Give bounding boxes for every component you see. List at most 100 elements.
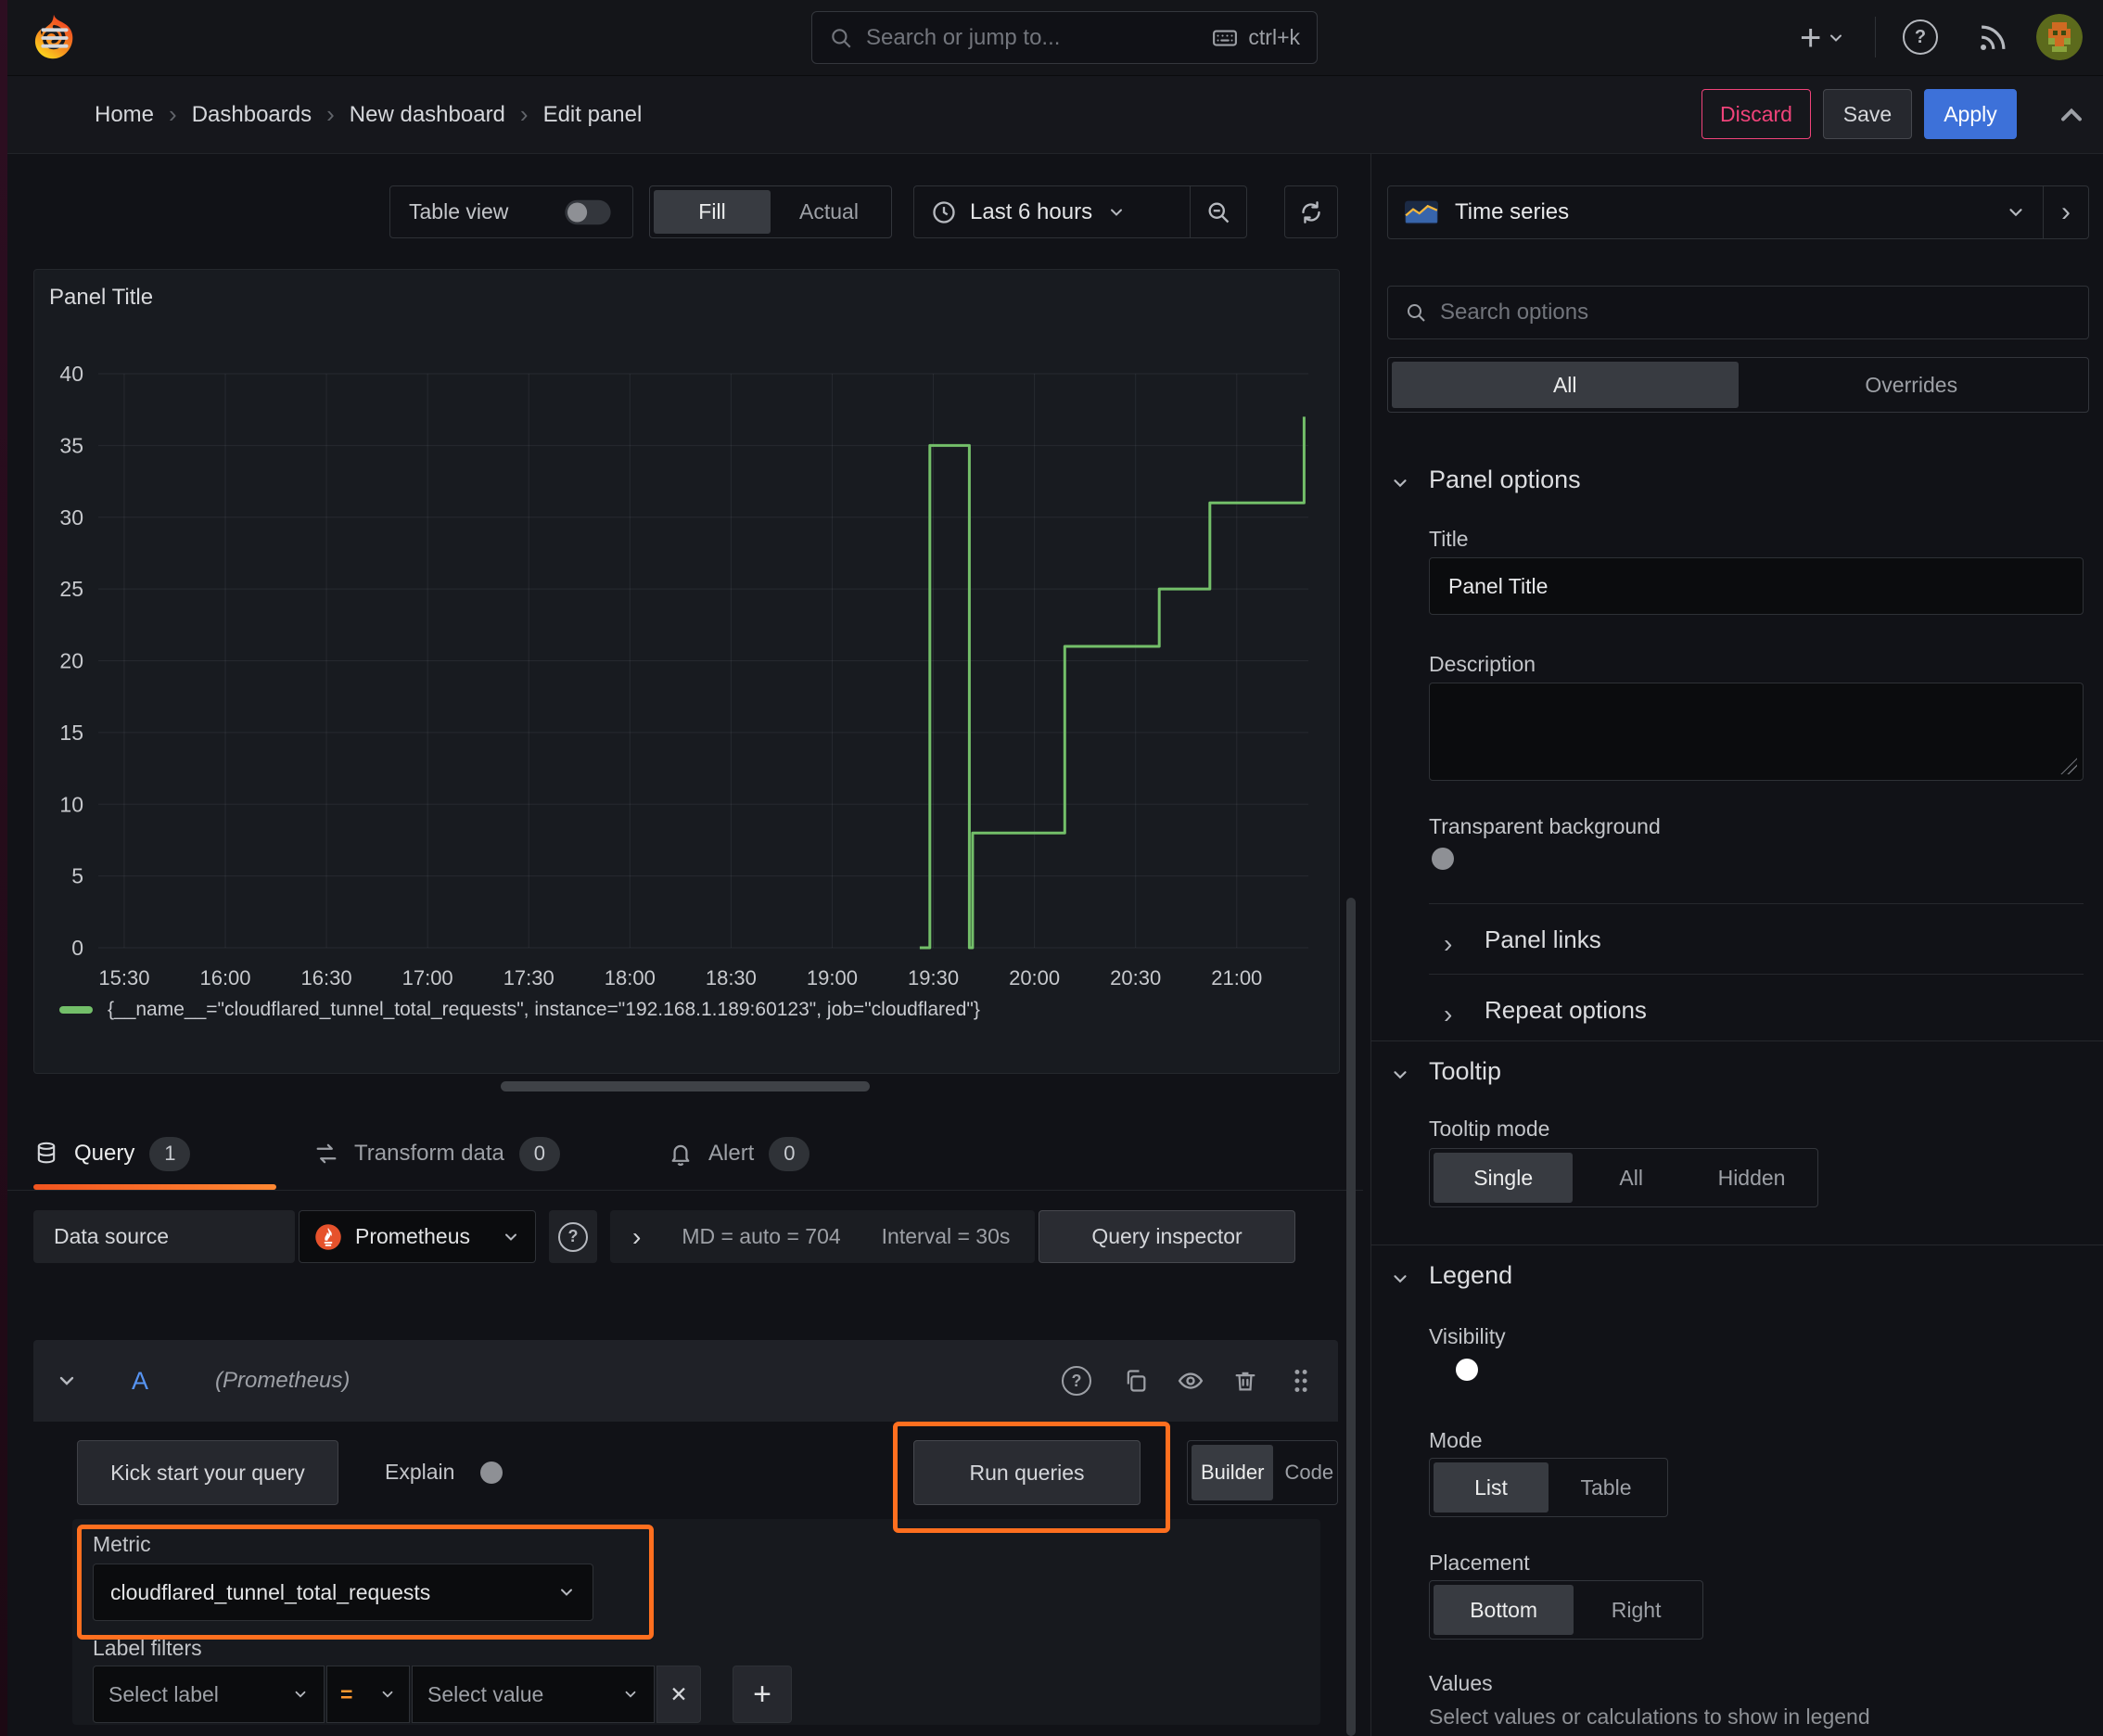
visualization-picker[interactable]: Time series › <box>1387 185 2089 239</box>
legend-mode-table[interactable]: Table <box>1549 1462 1663 1513</box>
breadcrumb-home[interactable]: Home <box>95 102 154 128</box>
news-rss-icon[interactable] <box>1975 20 2010 56</box>
y-tick-label: 5 <box>71 864 83 888</box>
tooltip-header[interactable]: Tooltip <box>1429 1057 1501 1086</box>
chevron-down-icon[interactable] <box>1390 473 1410 493</box>
open-viz-list-button[interactable]: › <box>2044 197 2088 228</box>
x-tick-label: 16:30 <box>301 966 352 989</box>
time-series-chart[interactable]: 15:30 16:00 16:30 17:00 17:30 18:00 18:30 19:00… <box>34 270 1337 1071</box>
breadcrumb-separator: › <box>169 100 177 128</box>
tab-alert-label: Alert <box>708 1141 755 1166</box>
avatar[interactable] <box>2036 14 2083 60</box>
chevron-down-icon[interactable] <box>56 1370 78 1392</box>
query-row-header[interactable]: A (Prometheus) ? <box>33 1340 1338 1422</box>
x-tick-label: 20:30 <box>1110 966 1161 989</box>
label-filters-label: Label filters <box>93 1636 202 1660</box>
datasource-help-button[interactable]: ? <box>549 1210 597 1263</box>
editor-tabs-bar: Query 1 Transform data 0 Alert 0 <box>7 1117 1363 1191</box>
legend-placement-switch: Bottom Right <box>1429 1580 1703 1640</box>
builder-option[interactable]: Builder <box>1192 1445 1274 1500</box>
help-icon[interactable]: ? <box>1903 19 1938 55</box>
zoom-out-icon[interactable] <box>1191 199 1246 225</box>
chevron-down-icon <box>292 1686 309 1703</box>
description-textarea[interactable] <box>1429 683 2084 781</box>
vertical-scrollbar[interactable] <box>1346 898 1356 1736</box>
explain-label: Explain <box>385 1460 455 1484</box>
chevron-down-icon[interactable] <box>1390 1269 1410 1289</box>
resize-handle-icon[interactable] <box>2060 758 2077 774</box>
kick-start-query-button[interactable]: Kick start your query <box>77 1440 338 1505</box>
tab-alert[interactable]: Alert 0 <box>668 1117 810 1190</box>
tab-query-count: 1 <box>149 1136 191 1171</box>
datasource-name: Prometheus <box>355 1224 471 1248</box>
panel-options-header[interactable]: Panel options <box>1429 466 1581 494</box>
y-tick-label: 20 <box>59 649 83 673</box>
select-label-dropdown[interactable]: Select label <box>93 1666 325 1723</box>
query-options-summary[interactable]: › MD = auto = 704 Interval = 30s <box>610 1210 1035 1263</box>
divider <box>1429 974 2084 975</box>
run-queries-button[interactable]: Run queries <box>913 1440 1141 1505</box>
code-option[interactable]: Code <box>1273 1445 1345 1500</box>
add-button[interactable]: + <box>1800 18 1845 58</box>
datasource-picker[interactable]: Prometheus <box>299 1210 536 1263</box>
legend-placement-right[interactable]: Right <box>1574 1585 1699 1635</box>
chevron-down-icon[interactable] <box>1390 1065 1410 1085</box>
fill-option[interactable]: Fill <box>654 190 771 234</box>
legend-header[interactable]: Legend <box>1429 1261 1512 1290</box>
table-view-toggle[interactable] <box>565 199 611 224</box>
remove-filter-button[interactable]: ✕ <box>656 1666 701 1723</box>
chevron-right-icon: › <box>1444 1000 1453 1028</box>
drag-grip-icon[interactable] <box>1290 1367 1312 1395</box>
y-tick-label: 40 <box>59 362 83 386</box>
y-tick-label: 15 <box>59 721 83 745</box>
tooltip-mode-hidden[interactable]: Hidden <box>1689 1153 1814 1203</box>
x-tick-label: 16:00 <box>199 966 250 989</box>
datasource-label-box: Data source <box>33 1210 295 1263</box>
duplicate-icon[interactable] <box>1123 1368 1149 1394</box>
section-divider <box>1371 1040 2103 1041</box>
query-inspector-button[interactable]: Query inspector <box>1039 1210 1295 1263</box>
search-options-input[interactable]: Search options <box>1387 286 2089 339</box>
plus-icon: + <box>1800 18 1822 58</box>
add-filter-button[interactable]: + <box>733 1666 792 1723</box>
legend-placement-label: Placement <box>1429 1551 1530 1575</box>
time-range-control: Last 6 hours <box>913 185 1247 238</box>
legend-mode-list[interactable]: List <box>1434 1462 1549 1513</box>
repeat-options-section[interactable]: Repeat options <box>1485 996 1647 1025</box>
discard-button[interactable]: Discard <box>1702 89 1811 139</box>
actual-option[interactable]: Actual <box>771 190 887 234</box>
time-range-label[interactable]: Last 6 hours <box>970 199 1092 225</box>
visibility-label: Visibility <box>1429 1324 1506 1348</box>
breadcrumb-dashboards[interactable]: Dashboards <box>192 102 312 128</box>
apply-button[interactable]: Apply <box>1924 89 2017 139</box>
tab-query[interactable]: Query 1 <box>33 1117 191 1190</box>
metric-select[interactable]: cloudflared_tunnel_total_requests <box>93 1564 593 1621</box>
global-search-input[interactable]: Search or jump to... ctrl+k <box>811 11 1318 64</box>
tooltip-mode-single[interactable]: Single <box>1434 1153 1574 1203</box>
refresh-button[interactable] <box>1284 185 1338 238</box>
hide-query-eye-icon[interactable] <box>1177 1367 1204 1395</box>
delete-trash-icon[interactable] <box>1232 1368 1258 1394</box>
chart-legend[interactable]: {__name__="cloudflared_tunnel_total_requ… <box>59 999 980 1021</box>
panel-links-section[interactable]: Panel links <box>1485 925 1601 954</box>
breadcrumb-new-dashboard[interactable]: New dashboard <box>350 102 505 128</box>
tab-transform-data[interactable]: Transform data 0 <box>313 1117 560 1190</box>
legend-placement-bottom[interactable]: Bottom <box>1434 1585 1574 1635</box>
search-shortcut: ctrl+k <box>1248 25 1300 49</box>
select-value-dropdown[interactable]: Select value <box>412 1666 655 1723</box>
panel-title-input[interactable]: Panel Title <box>1429 557 2084 615</box>
tab-all[interactable]: All <box>1392 362 1739 408</box>
menu-icon[interactable] <box>37 20 72 56</box>
plus-icon: + <box>753 1676 771 1712</box>
save-button[interactable]: Save <box>1823 89 1912 139</box>
x-tick-label: 19:30 <box>908 966 959 989</box>
operator-dropdown[interactable]: = <box>326 1666 410 1723</box>
breadcrumb-bar: Home › Dashboards › New dashboard › Edit… <box>0 28 2103 154</box>
tab-overrides[interactable]: Overrides <box>1739 362 2085 408</box>
panel-title-value: Panel Title <box>1448 573 1549 598</box>
search-options-placeholder: Search options <box>1440 300 1589 325</box>
help-icon[interactable]: ? <box>1062 1366 1091 1396</box>
resize-drag-handle[interactable] <box>501 1081 870 1091</box>
collapse-header-chevron-up-icon[interactable] <box>2055 98 2088 132</box>
tooltip-mode-all[interactable]: All <box>1573 1153 1689 1203</box>
